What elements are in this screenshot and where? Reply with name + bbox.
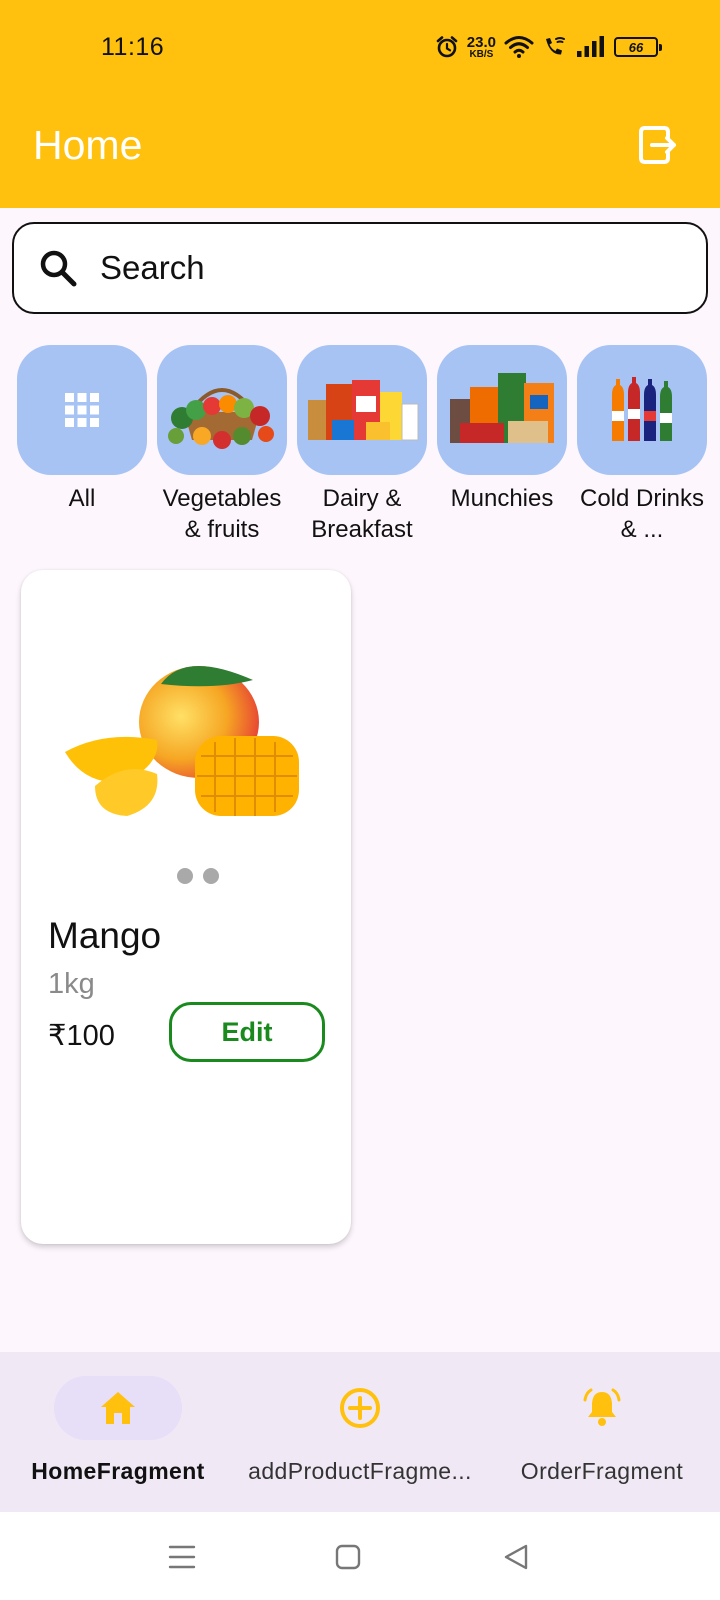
bottom-navigation: HomeFragment addProductFragme... OrderFr… [0, 1352, 720, 1512]
product-name: Mango [48, 915, 162, 956]
nav-item-add-product[interactable]: addProductFragme... [236, 1352, 484, 1512]
nav-label: HomeFragment [31, 1458, 205, 1484]
system-navigation-bar [0, 1512, 720, 1600]
nav-item-orders[interactable]: OrderFragment [484, 1352, 720, 1512]
category-munchies[interactable]: Munchies [437, 345, 567, 545]
category-all[interactable]: All [17, 345, 147, 545]
product-card[interactable]: Mango 1kg ₹100 Edit [21, 570, 351, 1244]
category-label: Dairy & Breakfast [311, 485, 413, 543]
home-icon [101, 1392, 135, 1424]
add-circle-icon [340, 1388, 380, 1428]
nav-icon-container[interactable] [296, 1376, 424, 1440]
search-icon [40, 250, 77, 287]
category-list: All Vegetables & fruits Dairy & Breakfas… [17, 345, 720, 545]
category-dairy-breakfast[interactable]: Dairy & Breakfast [297, 345, 427, 545]
pager-dot[interactable] [177, 868, 193, 884]
signal-icon [577, 36, 604, 57]
back-triangle-icon [504, 1544, 528, 1570]
bell-icon [583, 1388, 621, 1426]
grid-icon [65, 393, 99, 427]
category-tile[interactable] [157, 345, 287, 475]
network-speed-value: 23.0 [466, 33, 496, 51]
cold-drinks-image [612, 377, 672, 441]
wifi-call-icon [546, 37, 565, 55]
battery-level: 66 [628, 39, 644, 55]
category-tile[interactable] [297, 345, 427, 475]
category-label: Munchies [450, 485, 554, 512]
nav-item-home[interactable]: HomeFragment [0, 1352, 236, 1512]
home-square-icon [335, 1544, 361, 1570]
alarm-icon [436, 36, 458, 58]
category-vegetables-fruits[interactable]: Vegetables & fruits [157, 345, 287, 545]
status-bar: 11:16 23.0 KB/S 66 [0, 0, 720, 92]
nav-label: addProductFragme... [248, 1458, 472, 1484]
nav-icon-container[interactable] [538, 1376, 666, 1440]
status-icons: 23.0 KB/S 66 [435, 30, 662, 64]
image-pager-indicator [177, 868, 219, 884]
recents-button[interactable] [157, 1532, 207, 1582]
product-price: ₹100 [48, 1020, 115, 1052]
vegetables-fruits-image [168, 388, 274, 449]
logout-icon[interactable] [638, 124, 678, 166]
search-bar[interactable] [12, 222, 708, 314]
network-speed: 23.0 KB/S [467, 35, 496, 60]
dairy-breakfast-image [308, 380, 419, 441]
back-button[interactable] [491, 1532, 541, 1582]
search-input[interactable] [100, 249, 660, 287]
category-tile[interactable] [437, 345, 567, 475]
nav-active-indicator[interactable] [54, 1376, 182, 1440]
edit-button[interactable]: Edit [169, 1002, 325, 1062]
category-label: Cold Drinks & ... [579, 485, 705, 543]
category-label: Vegetables & fruits [162, 485, 282, 543]
mango-image [65, 665, 299, 816]
menu-icon [168, 1545, 196, 1569]
app-bar: Home [0, 92, 720, 208]
network-speed-unit: KB/S [469, 48, 494, 60]
category-tile[interactable] [17, 345, 147, 475]
wifi-icon [504, 36, 534, 58]
battery-icon: 66 [614, 37, 662, 57]
category-cold-drinks[interactable]: Cold Drinks & ... [577, 345, 707, 545]
category-label: All [68, 485, 96, 512]
nav-label: OrderFragment [520, 1458, 684, 1484]
product-quantity: 1kg [48, 968, 95, 1000]
status-time: 11:16 [101, 33, 165, 61]
category-tile[interactable] [577, 345, 707, 475]
munchies-image [450, 373, 554, 443]
page-title: Home [33, 122, 143, 168]
home-button[interactable] [323, 1532, 373, 1582]
pager-dot[interactable] [203, 868, 219, 884]
